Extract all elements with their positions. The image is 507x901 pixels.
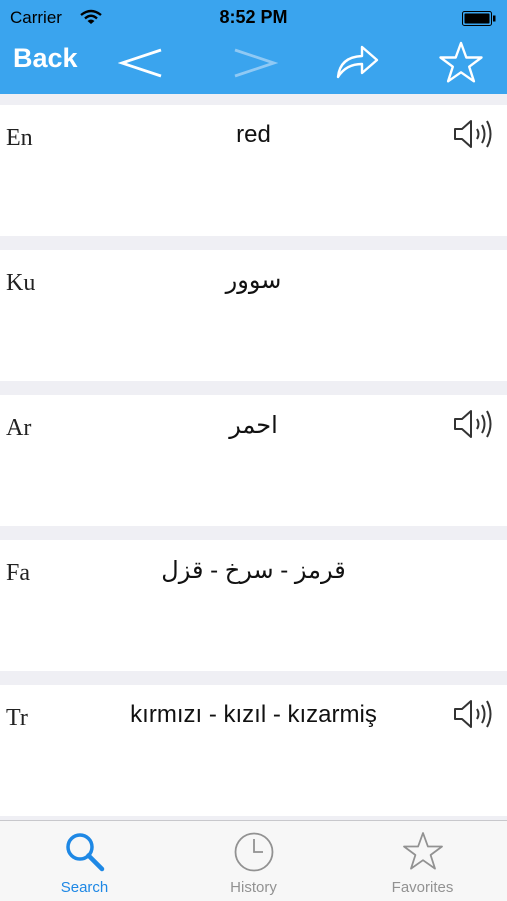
- clock-time: 8:52 PM: [219, 7, 288, 27]
- chevron-left-icon: [118, 48, 162, 78]
- translation-text: قرمز - سرخ - قزل: [161, 557, 346, 584]
- clock-icon: [234, 832, 274, 872]
- language-code: Ar: [6, 415, 32, 441]
- language-code: Ku: [6, 270, 36, 296]
- share-icon: [336, 45, 379, 79]
- chevron-right-icon: [234, 48, 278, 78]
- share-button[interactable]: [334, 41, 380, 83]
- search-icon: [66, 833, 105, 872]
- translation-list: En red Ku سوور Ar احمر Fa قرمز - سرخ - ق…: [0, 94, 507, 820]
- star-icon: [439, 41, 483, 83]
- tab-bar: Search History Favorites: [0, 820, 507, 901]
- star-icon: [403, 832, 443, 870]
- language-code: Fa: [6, 560, 30, 586]
- language-code: Tr: [6, 705, 28, 731]
- translation-text: kırmızı - kızıl - kızarmiş: [130, 701, 377, 728]
- tab-search[interactable]: Search: [0, 821, 169, 901]
- language-code: En: [6, 125, 33, 151]
- battery-icon: [462, 11, 496, 26]
- navigation-bar: Back: [0, 36, 507, 94]
- tab-label: Search: [60, 879, 109, 896]
- translation-text: سوور: [225, 267, 282, 294]
- translation-row-ar: Ar احمر: [0, 395, 507, 526]
- tab-favorites[interactable]: Favorites: [338, 821, 507, 901]
- translation-text: red: [236, 121, 271, 148]
- translation-text: احمر: [229, 412, 278, 439]
- tab-history[interactable]: History: [169, 821, 338, 901]
- translation-row-en: En red: [0, 105, 507, 236]
- speaker-icon[interactable]: [453, 408, 497, 440]
- translation-row-fa: Fa قرمز - سرخ - قزل: [0, 540, 507, 671]
- tab-label: Favorites: [391, 879, 454, 896]
- favorite-button[interactable]: [438, 40, 484, 84]
- tab-label: History: [230, 879, 277, 896]
- speaker-icon[interactable]: [453, 118, 497, 150]
- translation-row-ku: Ku سوور: [0, 250, 507, 381]
- back-button[interactable]: Back: [13, 43, 78, 74]
- speaker-icon[interactable]: [453, 698, 497, 730]
- next-button[interactable]: [232, 46, 278, 80]
- previous-button[interactable]: [118, 46, 164, 80]
- translation-row-tr: Tr kırmızı - kızıl - kızarmiş: [0, 685, 507, 816]
- status-bar: Carrier 8:52 PM: [0, 0, 507, 36]
